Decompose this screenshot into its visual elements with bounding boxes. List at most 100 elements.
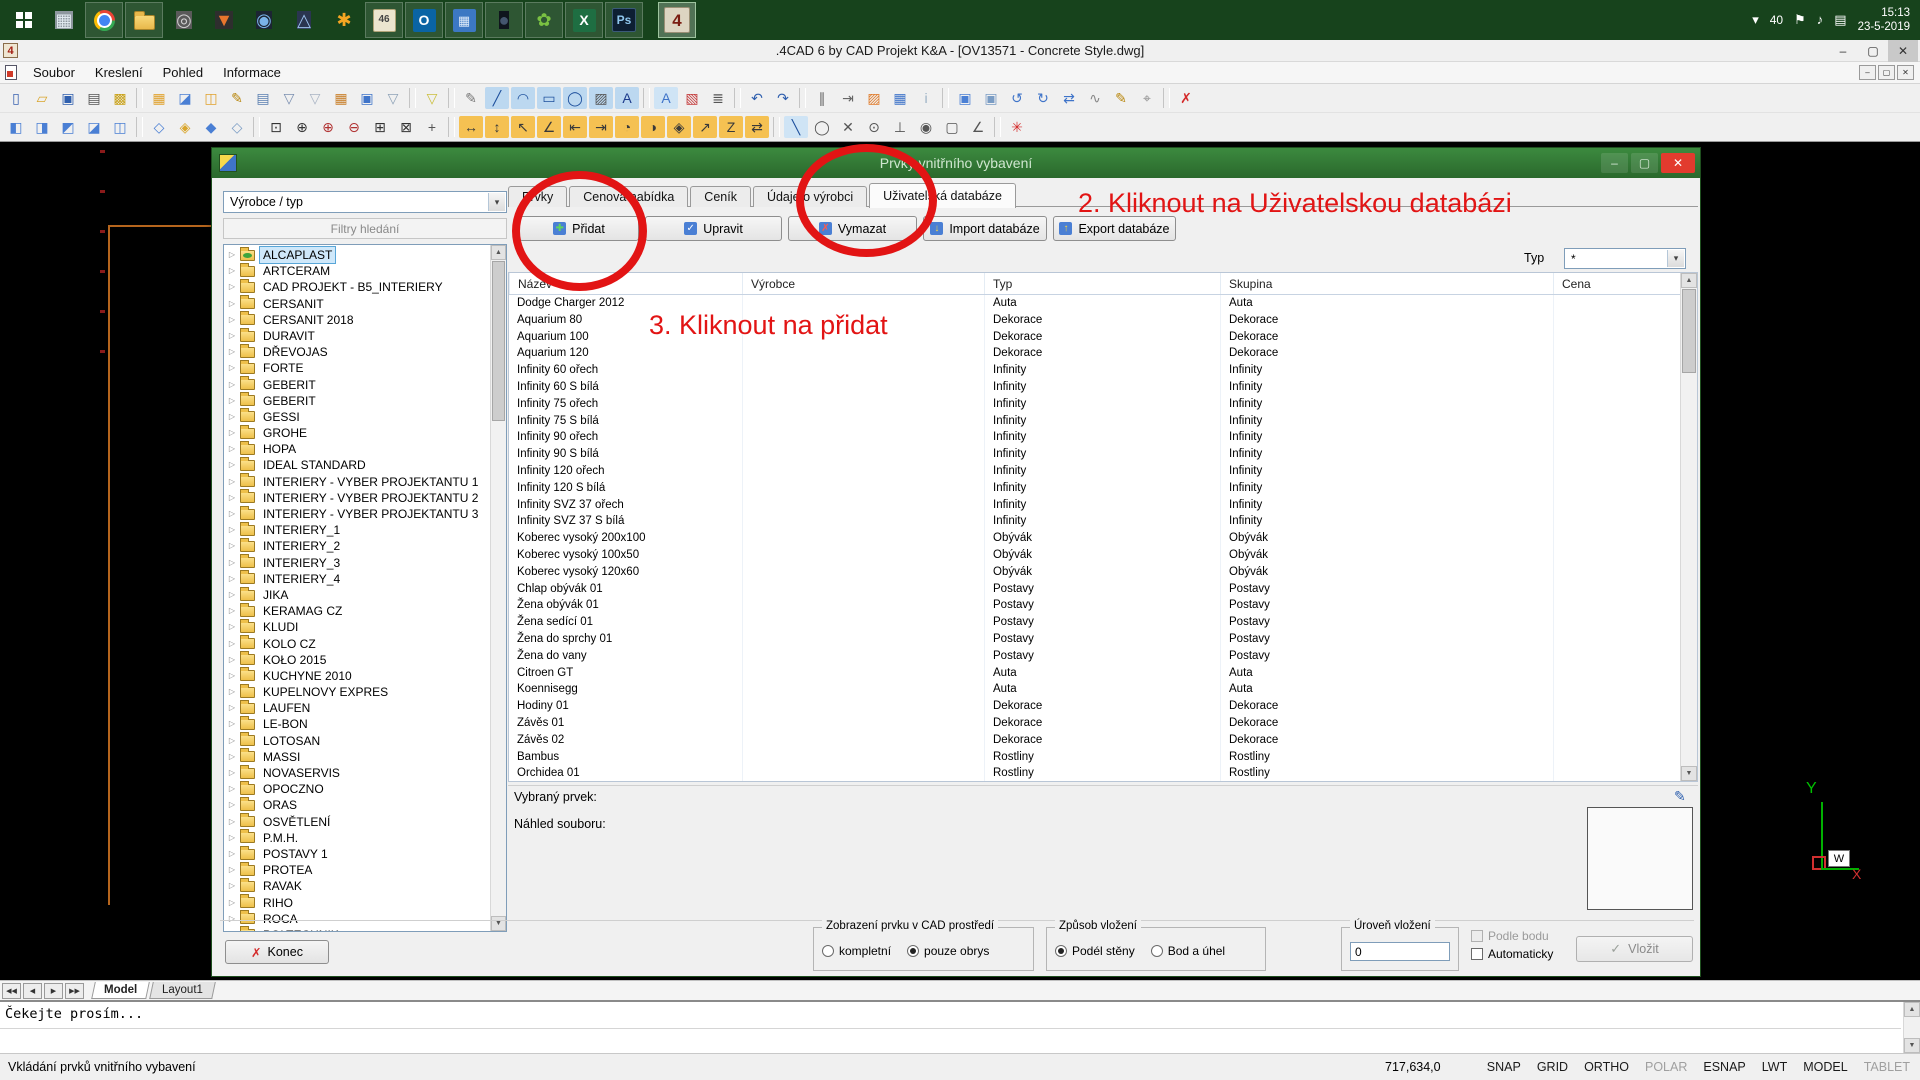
dim-angle-icon[interactable]: ∠ (537, 116, 561, 138)
dim-leader-icon[interactable]: ↗ (693, 116, 717, 138)
taskbar-app-button[interactable]: Ps (605, 2, 643, 38)
expand-arrow-icon[interactable]: ▷ (226, 797, 238, 813)
dim-center-icon[interactable]: ◈ (667, 116, 691, 138)
spec-list-icon[interactable]: ▤ (251, 87, 275, 109)
lock-icon[interactable]: ▩ (108, 87, 132, 109)
toolbar-icon[interactable] (643, 88, 650, 108)
layout-nav-button[interactable]: ▶ (44, 983, 63, 999)
taskbar-app-button[interactable]: △ (285, 2, 323, 38)
expand-arrow-icon[interactable]: ▷ (226, 781, 238, 797)
taskbar-app-button[interactable]: ✿ (525, 2, 563, 38)
tray-icon[interactable]: ▤ (1834, 12, 1846, 28)
status-toggle[interactable]: ESNAP (1703, 1060, 1745, 1074)
table-row[interactable]: Bambus Rostliny Rostliny (509, 749, 1697, 766)
table-row[interactable]: Koberec vysoký 120x60 Obývák Obývák (509, 564, 1697, 581)
scrollbar-thumb[interactable] (1682, 289, 1696, 373)
table-row[interactable]: Infinity 60 S bílá Infinity Infinity (509, 379, 1697, 396)
expand-arrow-icon[interactable]: ▷ (226, 571, 238, 587)
sketch-icon[interactable]: ✎ (225, 87, 249, 109)
expand-arrow-icon[interactable]: ▷ (226, 814, 238, 830)
expand-arrow-icon[interactable]: ▷ (226, 296, 238, 312)
table-row[interactable]: Infinity 120 ořech Infinity Infinity (509, 463, 1697, 480)
edit-element-icon[interactable]: ✎ (1674, 788, 1686, 805)
table-row[interactable]: Chlap obývák 01 Postavy Postavy (509, 581, 1697, 598)
rectangle-icon[interactable]: ▭ (537, 87, 561, 109)
shield-tool3-icon[interactable]: ▽ (381, 87, 405, 109)
hatch-icon[interactable]: ▨ (589, 87, 613, 109)
dialog-minimize-button[interactable]: – (1601, 153, 1628, 173)
radio-option[interactable]: Bod a úhel (1151, 944, 1225, 958)
expand-arrow-icon[interactable]: ▷ (226, 247, 238, 263)
doc-close-button[interactable]: ✕ (1897, 65, 1914, 80)
iso-view3-icon[interactable]: ◩ (56, 116, 80, 138)
tray-icon[interactable]: ⚑ (1794, 12, 1806, 28)
taskbar-app-button[interactable]: 46 (365, 2, 403, 38)
tray-chevron-icon[interactable]: ▾ (1752, 12, 1759, 28)
expand-arrow-icon[interactable]: ▷ (226, 328, 238, 344)
scroll-down-icon[interactable]: ▼ (491, 916, 506, 931)
layout-nav-button[interactable]: ▶▶ (65, 983, 84, 999)
info-icon[interactable]: i (914, 87, 938, 109)
layout-tab[interactable]: Layout1 (149, 982, 216, 999)
tree-item[interactable]: ▷ GEBERIT (226, 393, 488, 409)
snap-box-icon[interactable]: ▢ (940, 116, 964, 138)
snap-endpoint-icon[interactable]: ╲ (784, 116, 808, 138)
expand-arrow-icon[interactable]: ▷ (226, 862, 238, 878)
dim-vertical-icon[interactable]: ↕ (485, 116, 509, 138)
tree-item[interactable]: ▷ LAUFEN (226, 700, 488, 716)
dialog-close-button[interactable]: ✕ (1661, 153, 1695, 173)
expand-arrow-icon[interactable]: ▷ (226, 587, 238, 603)
text-icon[interactable]: A (615, 87, 639, 109)
toolbar-icon[interactable] (253, 117, 260, 137)
save-icon[interactable]: ▣ (56, 87, 80, 109)
shield-tool2-icon[interactable]: ▽ (303, 87, 327, 109)
elements-table[interactable]: NázevVýrobceTypSkupinaCena Dodge Charger… (508, 272, 1698, 782)
tree-item[interactable]: ▷ KOLO CZ (226, 636, 488, 652)
expand-arrow-icon[interactable]: ▷ (226, 927, 238, 932)
table-row[interactable]: Infinity 90 S bílá Infinity Infinity (509, 446, 1697, 463)
toolbar-icon[interactable] (136, 88, 143, 108)
window-tool-icon[interactable]: ▣ (355, 87, 379, 109)
scroll-up-icon[interactable]: ▲ (1904, 1002, 1920, 1017)
konec-button[interactable]: ✗ Konec (225, 940, 329, 964)
tree-item[interactable]: ▷ POLTECHNIK (226, 927, 488, 932)
expand-arrow-icon[interactable]: ▷ (226, 425, 238, 441)
calc-tool-icon[interactable]: ▦ (888, 87, 912, 109)
toolbar-icon[interactable] (773, 117, 780, 137)
dim-aligned-icon[interactable]: ↖ (511, 116, 535, 138)
taskbar-app-button[interactable] (125, 2, 163, 38)
tree-item[interactable]: ▷ CERSANIT 2018 (226, 312, 488, 328)
dim-diameter-icon[interactable]: ◑ (641, 116, 665, 138)
zoom-in-icon[interactable]: ⊕ (316, 116, 340, 138)
ruler-icon[interactable]: ⇥ (836, 87, 860, 109)
vlozit-button[interactable]: ✓ Vložit (1576, 936, 1693, 962)
menu-item[interactable]: Kreslení (85, 65, 153, 80)
tree-item[interactable]: ▷ KERAMAG CZ (226, 603, 488, 619)
iso-view4-icon[interactable]: ◪ (82, 116, 106, 138)
tree-item[interactable]: ▷ NOVASERVIS (226, 765, 488, 781)
minimize-button[interactable]: – (1828, 40, 1858, 62)
expand-arrow-icon[interactable]: ▷ (226, 360, 238, 376)
tree-item[interactable]: ▷ LOTOSAN (226, 733, 488, 749)
tree-item[interactable]: ▷ RIHO (226, 895, 488, 911)
table-row[interactable]: Hodiny 01 Dekorace Dekorace (509, 698, 1697, 715)
table-row[interactable]: Orchidea 01 Rostliny Rostliny (509, 765, 1697, 781)
table-row[interactable]: Závěs 02 Dekorace Dekorace (509, 732, 1697, 749)
tree-item[interactable]: ▷ INTERIERY - VYBER PROJEKTANTU 1 (226, 474, 488, 490)
table-row[interactable]: Infinity SVZ 37 S bílá Infinity Infinity (509, 513, 1697, 530)
toolbar-icon[interactable] (136, 117, 143, 137)
open-folder-icon[interactable]: ▱ (30, 87, 54, 109)
table-row[interactable]: Aquarium 120 Dekorace Dekorace (509, 345, 1697, 362)
pick-icon[interactable]: ⌖ (1135, 87, 1159, 109)
table-row[interactable]: Koberec vysoký 200x100 Obývák Obývák (509, 530, 1697, 547)
dim-radius-icon[interactable]: ◔ (615, 116, 639, 138)
copy-props-icon[interactable]: ▣ (979, 87, 1003, 109)
taskbar-app-button[interactable]: ▦ (45, 2, 83, 38)
column-header[interactable]: Typ (984, 273, 1220, 294)
radio-option[interactable]: kompletní (822, 944, 891, 958)
tree-item[interactable]: ▷ CERSANIT (226, 296, 488, 312)
filters-button[interactable]: Filtry hledání (223, 218, 507, 239)
tree-item[interactable]: ▷ INTERIERY_4 (226, 571, 488, 587)
building-tool-icon[interactable]: ▦ (329, 87, 353, 109)
view-diamond3-icon[interactable]: ◆ (199, 116, 223, 138)
